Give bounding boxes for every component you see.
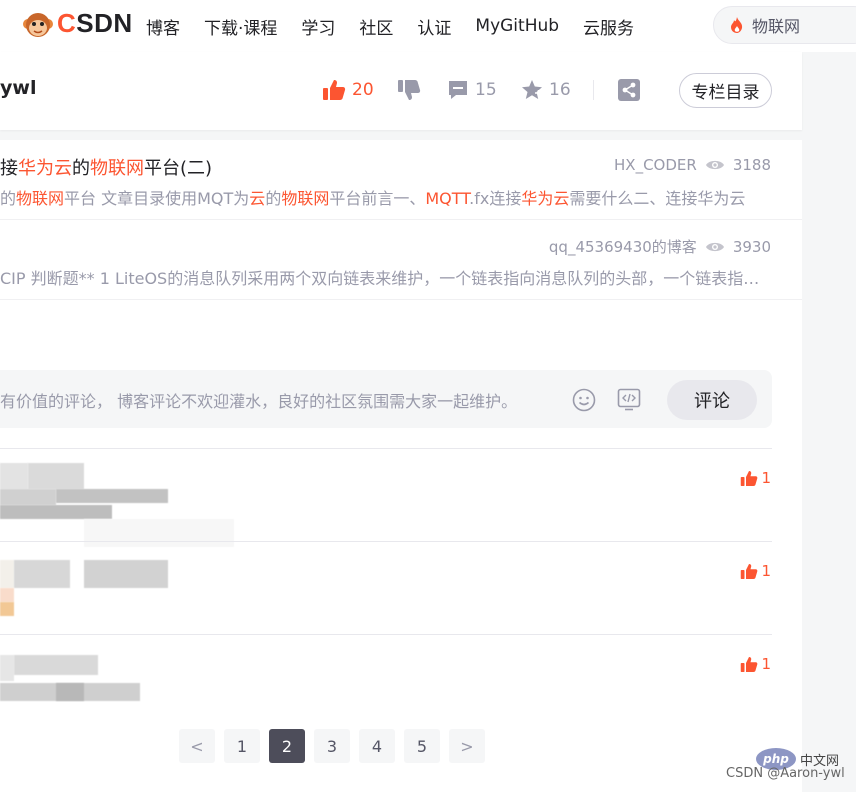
monkey-mascot-icon: [23, 13, 53, 37]
comment-input[interactable]: 有价值的评论， 博客评论不欢迎灌水，良好的社区氛围需大家一起维护。 评论: [0, 370, 772, 428]
comment-section: 有价值的评论， 博客评论不欢迎灌水，良好的社区氛围需大家一起维护。 评论 1 1…: [0, 300, 802, 792]
comment-item: 1: [0, 541, 772, 634]
recommend-description: 的物联网平台 文章目录使用MQT为云的物联网平台前言一、MQTT.fx连接华为云…: [0, 189, 746, 208]
thumbs-down-icon: [398, 80, 421, 100]
fire-icon: [731, 17, 743, 33]
share-button[interactable]: [618, 74, 640, 106]
avatar[interactable]: [0, 560, 14, 588]
avatar[interactable]: [0, 463, 28, 489]
comment-text-blurred: [56, 489, 168, 503]
comment-text-blurred: [0, 505, 112, 519]
comment-button[interactable]: 15: [447, 74, 497, 106]
comment-like-button[interactable]: 1: [740, 562, 771, 580]
nav-item-certification[interactable]: 认证: [405, 14, 463, 39]
column-catalog-button[interactable]: 专栏目录: [679, 73, 772, 108]
username-blurred[interactable]: [14, 560, 70, 588]
view-count: 3930: [705, 238, 771, 256]
recommend-meta: HX_CODER 3188: [614, 156, 771, 174]
comment-like-button[interactable]: 1: [740, 655, 771, 673]
csdn-logo[interactable]: CSDN: [22, 8, 133, 40]
view-count: 3188: [705, 156, 771, 174]
recommended-articles: 接华为云的物联网平台(二) HX_CODER 3188 的物联网平台 文章目录使…: [0, 140, 802, 300]
pagination-page-3[interactable]: 3: [314, 729, 350, 763]
avatar[interactable]: [0, 655, 14, 681]
comment-text-blurred: [0, 588, 14, 602]
logo-text: CSDN: [57, 8, 133, 38]
like-button[interactable]: 20: [322, 74, 374, 106]
author-name[interactable]: ywl: [0, 77, 36, 99]
pagination: < 1 2 3 4 5 >: [179, 729, 494, 763]
pagination-prev-button[interactable]: <: [179, 729, 215, 763]
recommend-description: CIP 判断题** 1 LiteOS的消息队列采用两个双向链表来维护，一个链表指…: [0, 269, 767, 288]
username-blurred[interactable]: [14, 655, 98, 675]
pagination-page-1[interactable]: 1: [224, 729, 260, 763]
pagination-next-button[interactable]: >: [449, 729, 485, 763]
username-blurred[interactable]: [84, 560, 168, 588]
eye-icon: [705, 242, 724, 251]
comment-like-count: 1: [761, 469, 771, 487]
comment-count: 15: [475, 80, 497, 100]
toolbar-divider: [593, 80, 594, 100]
eye-icon: [705, 160, 724, 170]
comment-like-button[interactable]: 1: [740, 469, 771, 487]
nav-item-learn[interactable]: 学习: [289, 14, 347, 39]
nav-item-community[interactable]: 社区: [347, 14, 405, 39]
nav-item-mygithub[interactable]: MyGitHub: [463, 16, 571, 36]
dislike-button[interactable]: [397, 74, 421, 106]
submit-comment-button[interactable]: 评论: [667, 380, 757, 420]
pagination-page-4[interactable]: 4: [359, 729, 395, 763]
code-snippet-icon[interactable]: [617, 387, 641, 411]
star-icon: [522, 80, 542, 99]
comment-item: 1: [0, 634, 772, 727]
share-icon: [618, 79, 640, 101]
emoji-icon[interactable]: [572, 388, 596, 412]
article-toolbar: ywl 20 15 16 专栏目录: [0, 52, 802, 130]
comment-like-count: 1: [761, 562, 771, 580]
comment-like-count: 1: [761, 655, 771, 673]
thumbs-up-icon: [323, 80, 346, 100]
nav-item-cloud-service[interactable]: 云服务: [571, 14, 646, 39]
comment-text-blurred: [0, 489, 56, 505]
comment-text-blurred: [0, 602, 14, 616]
pagination-page-5[interactable]: 5: [404, 729, 440, 763]
comment-item: 1: [0, 448, 772, 547]
recommend-author[interactable]: qq_45369430的博客: [549, 236, 697, 257]
recommend-author[interactable]: HX_CODER: [614, 156, 697, 174]
comment-placeholder: 有价值的评论， 博客评论不欢迎灌水，良好的社区氛围需大家一起维护。: [0, 392, 518, 411]
list-item[interactable]: qq_45369430的博客 3930 CIP 判断题** 1 LiteOS的消…: [0, 220, 802, 299]
csdn-author-watermark: CSDN @Aaron-ywl: [726, 766, 845, 781]
top-navbar: CSDN 博客 下载·课程 学习 社区 认证 MyGitHub 云服务 物联网: [0, 0, 856, 52]
pagination-page-2[interactable]: 2: [269, 729, 305, 763]
comment-text-blurred: [56, 683, 84, 701]
nav-menu: 博客 下载·课程 学习 社区 认证 MyGitHub 云服务: [134, 0, 646, 52]
thumbs-up-icon: [741, 470, 758, 486]
nav-item-download-course[interactable]: 下载·课程: [192, 14, 289, 39]
search-input[interactable]: 物联网: [713, 6, 856, 44]
comment-bubble-icon: [449, 81, 467, 99]
thumbs-up-icon: [741, 563, 758, 579]
right-sidebar-gutter: [802, 52, 856, 792]
list-item[interactable]: 接华为云的物联网平台(二) HX_CODER 3188 的物联网平台 文章目录使…: [0, 140, 802, 219]
like-count: 20: [352, 80, 374, 100]
favorite-button[interactable]: 16: [521, 74, 571, 106]
nav-item-blog[interactable]: 博客: [134, 14, 192, 39]
username-blurred[interactable]: [28, 463, 84, 489]
thumbs-up-icon: [741, 656, 758, 672]
recommend-title[interactable]: 接华为云的物联网平台(二): [0, 154, 212, 180]
recommend-meta: qq_45369430的博客 3930: [549, 236, 771, 257]
search-hot-keyword: 物联网: [752, 17, 801, 36]
favorite-count: 16: [549, 80, 571, 100]
